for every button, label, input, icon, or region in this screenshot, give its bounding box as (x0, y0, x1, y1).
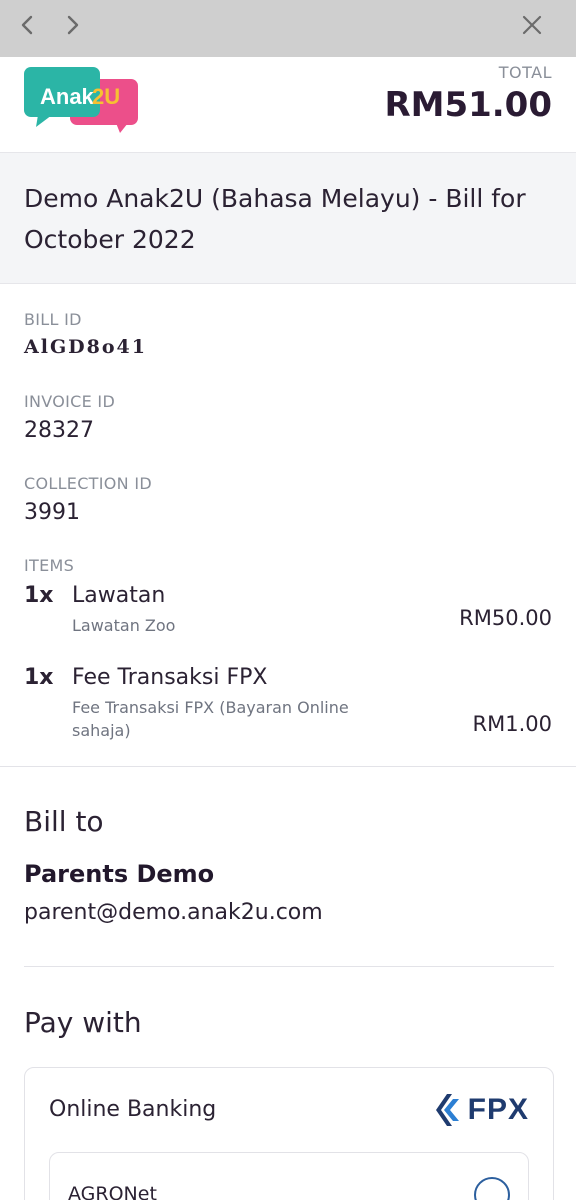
fpx-logo: FPX (435, 1092, 529, 1128)
fpx-diamond-icon (435, 1094, 459, 1126)
bill-id-label: BILL ID (24, 310, 82, 329)
section-divider (0, 766, 576, 767)
close-icon (522, 15, 542, 35)
bank-name: AGRONet (68, 1183, 157, 1200)
anak2u-logo: Anak 2U (24, 67, 138, 133)
item-name: Lawatan (72, 583, 166, 608)
invoice-id-label: INVOICE ID (24, 392, 116, 411)
forward-button[interactable] (60, 12, 86, 38)
fpx-logo-text: FPX (467, 1093, 529, 1126)
pay-with-heading: Pay with (24, 1006, 142, 1039)
close-button[interactable] (519, 12, 545, 38)
payer-name: Parents Demo (24, 860, 215, 888)
collection-id-label: COLLECTION ID (24, 474, 152, 493)
section-divider (24, 966, 554, 967)
items-label: ITEMS (24, 556, 75, 575)
back-button[interactable] (14, 12, 40, 38)
svg-text:2U: 2U (92, 84, 120, 109)
item-qty: 1x (24, 665, 54, 690)
item-description: Lawatan Zoo (72, 616, 176, 635)
chevron-right-icon (67, 15, 79, 35)
bill-header: Anak 2U TOTAL RM51.00 (0, 57, 576, 153)
bill-title-section: Demo Anak2U (Bahasa Melayu) - Bill for O… (0, 153, 576, 284)
total-amount: RM51.00 (384, 85, 552, 125)
total-label: TOTAL (498, 63, 552, 82)
item-name: Fee Transaksi FPX (72, 665, 268, 690)
item-price: RM50.00 (459, 606, 552, 630)
item-qty: 1x (24, 583, 54, 608)
payment-method-title: Online Banking (49, 1097, 217, 1122)
invoice-id-value: 28327 (24, 418, 94, 443)
bill-title: Demo Anak2U (Bahasa Melayu) - Bill for O… (24, 184, 526, 254)
browser-toolbar (0, 0, 576, 57)
svg-text:Anak: Anak (40, 84, 95, 109)
chevron-left-icon (21, 15, 33, 35)
item-description: Fee Transaksi FPX (Bayaran Online sahaja… (72, 698, 349, 740)
item-price: RM1.00 (472, 712, 552, 736)
bill-id-value: AlGD8o41 (24, 336, 147, 358)
bank-radio-button[interactable] (474, 1177, 510, 1200)
online-banking-card: Online Banking FPX AGRONet (24, 1067, 554, 1200)
bank-option-agronet[interactable]: AGRONet (49, 1152, 529, 1200)
payer-email: parent@demo.anak2u.com (24, 900, 323, 925)
collection-id-value: 3991 (24, 500, 80, 525)
bill-to-heading: Bill to (24, 805, 104, 838)
